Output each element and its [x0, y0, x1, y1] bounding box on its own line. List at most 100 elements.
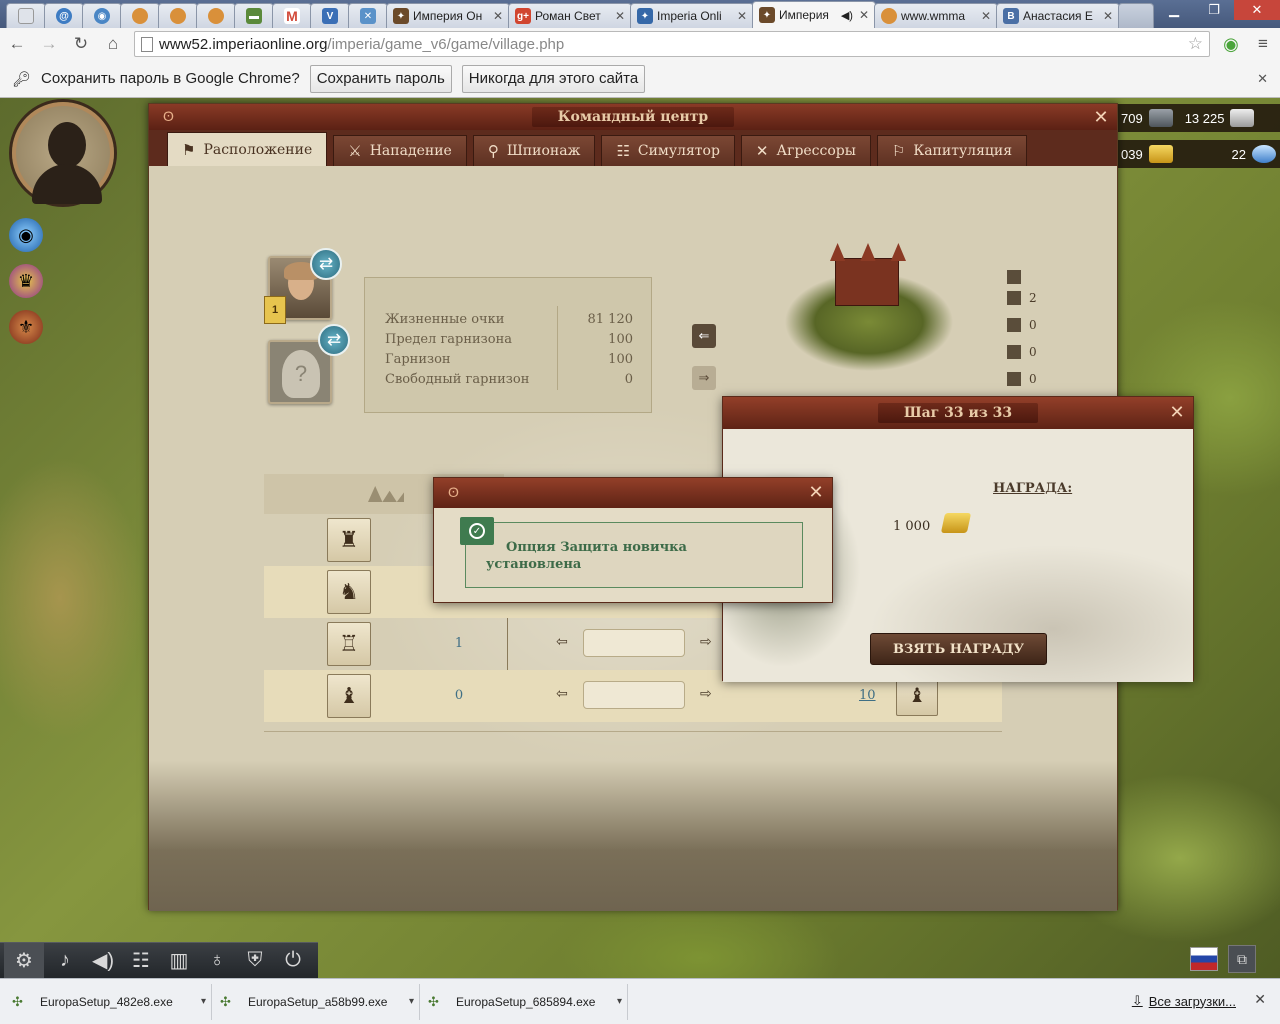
avatar-head — [48, 122, 86, 168]
browser-tab[interactable]: M — [272, 3, 312, 28]
dropdown-arrow-icon[interactable]: ▾ — [409, 996, 419, 1007]
garrison-stats-panel: Жизненные очки 81 120 Предел гарнизона 100… — [364, 277, 652, 413]
gmail-icon: M — [284, 8, 300, 24]
unit-count: 1 — [454, 636, 464, 651]
bookmark-star-icon[interactable]: ☆ — [1188, 34, 1203, 54]
table-bottom-line — [264, 731, 1002, 732]
infobar-close-icon[interactable]: ✕ — [1257, 71, 1268, 87]
close-icon[interactable]: ✕ — [1103, 9, 1113, 23]
extension-icon[interactable]: ◉ — [1220, 33, 1242, 55]
browser-tab[interactable]: V — [310, 3, 350, 28]
browser-tab[interactable]: ▬ — [234, 3, 274, 28]
garrison-out-button[interactable]: ⇒ — [692, 366, 716, 390]
garrison-in-button[interactable]: ⇐ — [692, 324, 716, 348]
browser-tab[interactable]: g+ Роман Свет ✕ — [508, 3, 632, 28]
browser-tab[interactable]: ◉ — [82, 3, 122, 28]
microphone-icon[interactable]: ♁ — [200, 946, 234, 976]
never-save-button[interactable]: Никогда для этого сайта — [461, 64, 646, 93]
all-downloads-link[interactable]: ⇩ Все загрузки... — [1132, 993, 1236, 1009]
close-icon[interactable]: ✕ — [615, 9, 625, 23]
tab-location[interactable]: ⚑ Расположение — [167, 132, 328, 166]
globe-icon[interactable]: ◉ — [9, 218, 43, 252]
white-flag-icon: ⚐ — [891, 142, 906, 160]
close-icon[interactable]: ✕ — [737, 9, 747, 23]
unit-quantity-input[interactable] — [583, 681, 685, 709]
globe-icon: ◉ — [94, 8, 110, 24]
download-item[interactable]: ✣ EuropaSetup_685894.exe ▾ — [420, 983, 628, 1020]
left-arrow-icon[interactable]: ⇦ — [556, 685, 568, 702]
right-arrow-icon[interactable]: ⇨ — [700, 685, 712, 702]
browser-tab-active[interactable]: ✦ Империя ◀) ✕ — [752, 1, 876, 28]
music-icon[interactable]: ♪ — [48, 946, 82, 976]
gear-icon[interactable]: ⚙ — [4, 942, 44, 978]
close-window-button[interactable]: ✕ — [1234, 0, 1280, 20]
tab-capitulation[interactable]: ⚐ Капитуляция — [876, 135, 1028, 166]
iron-amount: 709 — [1121, 110, 1143, 126]
download-item[interactable]: ✣ EuropaSetup_a58b99.exe ▾ — [212, 983, 420, 1020]
browser-tab[interactable]: ✕ — [348, 3, 388, 28]
dropdown-arrow-icon[interactable]: ▾ — [201, 996, 211, 1007]
close-icon[interactable]: ✕ — [493, 9, 503, 23]
close-icon[interactable]: ✕ — [981, 9, 991, 23]
swap-hero-icon[interactable]: ⇄ — [310, 248, 342, 280]
avatar-body — [32, 164, 102, 204]
browser-tab[interactable]: @ — [44, 3, 84, 28]
unit-quantity-input[interactable] — [583, 629, 685, 657]
swap-hero-icon[interactable]: ⇄ — [318, 324, 350, 356]
shield-icon[interactable]: ⛨ — [238, 946, 272, 976]
close-icon[interactable]: ✕ — [806, 482, 826, 502]
browser-tab[interactable] — [196, 3, 236, 28]
tab-attack[interactable]: ⚔ Нападение — [333, 135, 467, 166]
browser-tab[interactable]: www.wmma ✕ — [874, 3, 998, 28]
gold-icon — [940, 513, 972, 533]
maximize-button[interactable]: ❐ — [1194, 0, 1234, 20]
equalizer-icon[interactable]: ☷ — [124, 946, 158, 976]
close-icon[interactable]: ✕ — [1091, 107, 1111, 127]
browser-tab[interactable] — [158, 3, 198, 28]
close-icon[interactable]: ✕ — [859, 8, 869, 22]
imperia-coin-icon — [881, 8, 897, 24]
address-bar[interactable]: www52.imperiaonline.org/imperia/game_v6/… — [134, 31, 1210, 57]
target-count-link[interactable]: 10 — [859, 688, 876, 703]
close-icon[interactable]: ✕ — [1167, 402, 1187, 422]
download-item[interactable]: ✣ EuropaSetup_482e8.exe ▾ — [4, 983, 212, 1020]
catapult-icon[interactable]: ♝ — [327, 674, 371, 718]
browser-tab[interactable]: ✦ Империя Он ✕ — [386, 3, 510, 28]
take-reward-button[interactable]: ВЗЯТЬ НАГРАДУ — [870, 633, 1047, 665]
dropdown-arrow-icon[interactable]: ▾ — [617, 996, 627, 1007]
power-icon[interactable]: ⏻ — [276, 946, 310, 976]
browser-tab[interactable]: ✦ Imperia Onli ✕ — [630, 3, 754, 28]
spearman-icon[interactable]: ♞ — [327, 570, 371, 614]
emblem-icon[interactable]: ⚜ — [9, 310, 43, 344]
new-tab-button[interactable] — [1118, 3, 1154, 28]
browser-tab[interactable] — [120, 3, 160, 28]
fullscreen-icon[interactable]: ⧉ — [1228, 945, 1256, 973]
browser-tab[interactable]: В Анастасия Е ✕ — [996, 3, 1120, 28]
menu-icon[interactable]: ≡ — [1252, 33, 1274, 55]
downloads-close-icon[interactable]: ✕ — [1254, 991, 1266, 1008]
browser-tab[interactable] — [6, 3, 46, 28]
language-flag-icon[interactable] — [1190, 947, 1218, 971]
back-button[interactable]: ← — [6, 33, 28, 55]
home-button[interactable]: ⌂ — [102, 33, 124, 55]
crown-icon[interactable]: ♛ — [9, 264, 43, 298]
tab-simulator[interactable]: ☷ Симулятор — [601, 135, 735, 166]
player-avatar[interactable] — [12, 102, 114, 204]
left-arrow-icon[interactable]: ⇦ — [556, 633, 568, 650]
notice-text: Опция Защита новичка установлена — [486, 540, 687, 572]
book-icon[interactable]: ▥ — [162, 946, 196, 976]
sound-icon[interactable]: ◀) — [86, 946, 120, 976]
right-arrow-icon[interactable]: ⇨ — [700, 633, 712, 650]
sword-icon: ⚔ — [348, 142, 362, 160]
url-path: /imperia/game_v6/game/village.php — [327, 35, 565, 53]
v-letter-icon: V — [322, 8, 338, 24]
swordsman-icon[interactable]: ♜ — [327, 518, 371, 562]
forward-button[interactable]: → — [38, 33, 60, 55]
reload-button[interactable]: ↻ — [70, 33, 92, 55]
minimize-button[interactable]: ▁ — [1154, 0, 1194, 20]
unknown-hero-icon: ? — [282, 350, 320, 398]
tab-aggressors[interactable]: ✕ Агрессоры — [740, 135, 871, 166]
save-password-button[interactable]: Сохранить пароль — [309, 64, 452, 93]
tab-espionage[interactable]: ⚲ Шпионаж — [472, 135, 596, 166]
siege-tower-icon[interactable]: ♖ — [327, 622, 371, 666]
